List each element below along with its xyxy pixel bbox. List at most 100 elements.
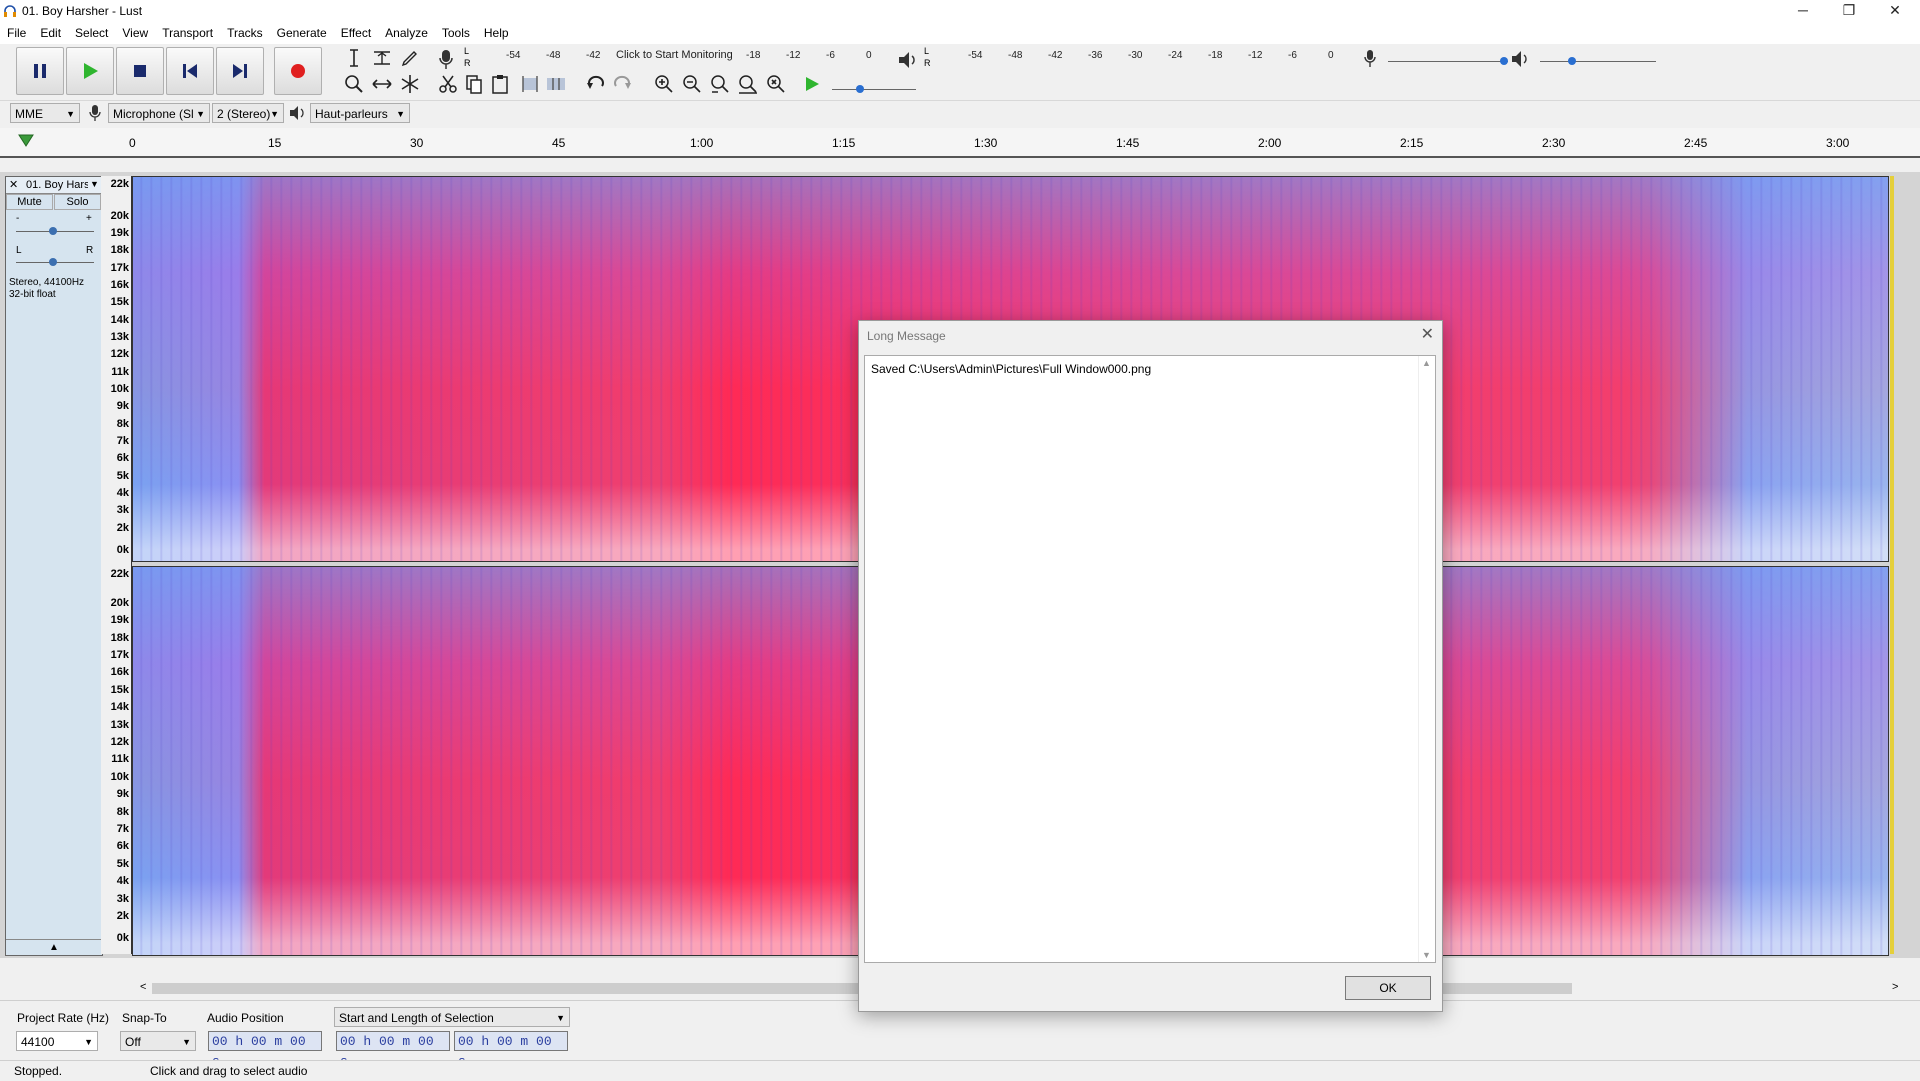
playback-volume-slider[interactable] (1540, 61, 1656, 62)
trim-button[interactable] (518, 72, 542, 96)
menu-tools[interactable]: Tools (435, 22, 477, 44)
snap-to-select[interactable]: Off ▼ (120, 1031, 196, 1051)
scroll-left-icon[interactable]: < (140, 981, 146, 993)
selection-tool[interactable] (342, 46, 366, 70)
redo-button[interactable] (610, 72, 634, 96)
zoom-out-button[interactable] (680, 72, 704, 96)
menu-view[interactable]: View (115, 22, 155, 44)
envelope-tool[interactable] (370, 46, 394, 70)
skip-to-end-button[interactable] (216, 47, 264, 95)
minimize-button[interactable]: ─ (1780, 0, 1826, 22)
play-tick: -18 (1208, 50, 1223, 61)
play-at-speed-button[interactable] (800, 72, 824, 96)
draw-tool[interactable] (398, 46, 422, 70)
menu-analyze[interactable]: Analyze (378, 22, 435, 44)
freq-label: 22k (110, 178, 129, 190)
chevron-down-icon: ▼ (182, 1037, 191, 1047)
message-scrollbar[interactable]: ▲ ▼ (1418, 356, 1435, 962)
play-head-triangle-icon[interactable] (18, 134, 34, 148)
track-control-panel[interactable]: ✕ 01. Boy Hars ▼ Mute Solo - + L R Stere… (5, 176, 103, 956)
selection-length-field[interactable]: 00 h 00 m 00 s (454, 1031, 568, 1069)
freq-label: 16k (110, 666, 129, 678)
menu-help[interactable]: Help (477, 22, 516, 44)
selection-mode-select[interactable]: Start and Length of Selection ▼ (334, 1007, 570, 1027)
recording-meter[interactable]: -54 -48 -42 Click to Start Monitoring -1… (472, 49, 876, 64)
close-icon[interactable]: ✕ (1421, 324, 1434, 344)
silence-icon (547, 78, 565, 90)
skip-to-start-button[interactable] (166, 47, 214, 95)
solo-button[interactable]: Solo (54, 194, 101, 210)
scroll-up-icon[interactable]: ▲ (1422, 358, 1431, 368)
playback-volume-knob[interactable] (1568, 57, 1576, 65)
collapse-track-button[interactable]: ▲ (6, 939, 102, 956)
fit-selection-button[interactable] (708, 72, 732, 96)
recording-device-select[interactable]: Microphone (Sl ▼ (108, 103, 210, 123)
play-button[interactable] (66, 47, 114, 95)
silence-button[interactable] (544, 72, 568, 96)
menu-file[interactable]: File (0, 22, 33, 44)
zoom-toggle-button[interactable] (764, 72, 788, 96)
rec-tick: -42 (586, 50, 601, 61)
recording-volume-slider[interactable] (1388, 61, 1508, 62)
time-shift-tool[interactable] (370, 72, 394, 96)
selection-start-field[interactable]: 00 h 00 m 00 s (336, 1031, 450, 1069)
stop-button[interactable] (116, 47, 164, 95)
fit-project-button[interactable] (736, 72, 760, 96)
ok-button[interactable]: OK (1345, 976, 1431, 1000)
timeline-ruler[interactable]: 0 15 30 45 1:00 1:15 1:30 1:45 2:00 2:15… (0, 128, 1920, 158)
play-speed-slider[interactable] (832, 89, 916, 90)
channels-select[interactable]: 2 (Stereo) ▼ (212, 103, 284, 123)
track-close-icon[interactable]: ✕ (9, 178, 18, 191)
playback-device-select[interactable]: Haut-parleurs ▼ (310, 103, 410, 123)
menu-select[interactable]: Select (68, 22, 115, 44)
scroll-down-icon[interactable]: ▼ (1422, 950, 1431, 960)
multi-tool[interactable] (398, 72, 422, 96)
cut-button[interactable] (436, 72, 460, 96)
rec-monitor-prompt[interactable]: Click to Start Monitoring (616, 49, 733, 61)
toolbars: L R -54 -48 -42 Click to Start Monitorin… (0, 44, 1920, 101)
copy-button[interactable] (462, 72, 486, 96)
zoom-in-button[interactable] (652, 72, 676, 96)
paste-button[interactable] (488, 72, 512, 96)
recording-volume-knob[interactable] (1500, 57, 1508, 65)
track-menu-chevron-icon[interactable]: ▼ (90, 179, 99, 189)
freq-label: 14k (110, 701, 129, 713)
menu-tracks[interactable]: Tracks (220, 22, 270, 44)
stop-icon (134, 65, 146, 77)
audio-position-field[interactable]: 00 h 00 m 00 s (208, 1031, 322, 1069)
play-tick: 0 (1328, 50, 1334, 61)
microphone-icon (439, 50, 453, 69)
menu-generate[interactable]: Generate (270, 22, 334, 44)
playback-meter[interactable]: -54 -48 -42 -36 -30 -24 -18 -12 -6 0 (934, 50, 1338, 64)
pause-button[interactable] (16, 47, 64, 95)
close-button[interactable]: ✕ (1872, 0, 1918, 22)
zoom-out-icon (683, 75, 701, 93)
record-button[interactable] (274, 47, 322, 95)
pan-left-label: L (16, 245, 22, 256)
scroll-right-icon[interactable]: > (1892, 981, 1898, 993)
audio-host-select[interactable]: MME ▼ (10, 103, 80, 123)
play-speed-knob[interactable] (856, 85, 864, 93)
menu-effect[interactable]: Effect (334, 22, 378, 44)
menu-transport[interactable]: Transport (155, 22, 220, 44)
message-textarea[interactable]: Saved C:\Users\Admin\Pictures\Full Windo… (864, 355, 1436, 963)
pan-slider-knob[interactable] (49, 258, 57, 266)
zoom-tool[interactable] (342, 72, 366, 96)
rec-tick: -18 (746, 50, 761, 61)
freq-label: 0k (116, 932, 129, 944)
chevron-down-icon: ▼ (556, 1013, 565, 1023)
mute-button[interactable]: Mute (6, 194, 53, 210)
zoom-selection-icon (711, 75, 729, 93)
skip-start-icon (183, 64, 197, 78)
frequency-scale[interactable]: 22k 20k 19k 18k 17k 16k 15k 14k 13k 12k … (101, 176, 132, 954)
track-name-bar[interactable]: ✕ 01. Boy Hars ▼ (6, 177, 102, 194)
undo-button[interactable] (584, 72, 608, 96)
maximize-button[interactable]: ❐ (1826, 0, 1872, 22)
freq-label: 2k (116, 910, 129, 922)
freq-label: 14k (110, 314, 129, 326)
gain-slider-knob[interactable] (49, 227, 57, 235)
timeline-tick: 2:00 (1258, 136, 1282, 150)
menu-edit[interactable]: Edit (33, 22, 68, 44)
project-rate-select[interactable]: 44100 ▼ (16, 1031, 98, 1051)
copy-icon (466, 75, 482, 94)
